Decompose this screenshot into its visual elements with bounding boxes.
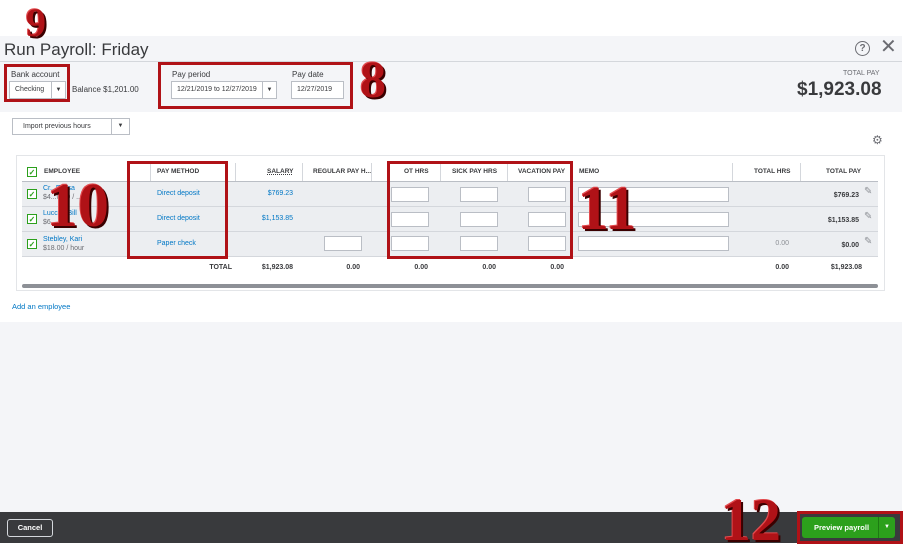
column-divider — [235, 163, 236, 181]
annotation-number-12: 12 — [721, 487, 781, 551]
row-total-pay: $0.00 — [841, 242, 859, 249]
import-previous-hours-label: Import previous hours — [23, 123, 91, 130]
bank-balance: Balance $1,201.00 — [72, 85, 139, 94]
add-employee-link[interactable]: Add an employee — [12, 302, 70, 311]
totals-label: TOTAL — [209, 264, 232, 271]
total-vacation: 0.00 — [550, 264, 564, 271]
empty-area — [0, 322, 902, 512]
col-regular-pay-hrs: REGULAR PAY H... — [313, 168, 372, 175]
total-hrs: 0.00 — [775, 264, 789, 271]
total-pay-label: TOTAL PAY — [843, 70, 880, 77]
payroll-dialog: Run Payroll: Friday ? ✕ Bank account Che… — [0, 0, 912, 551]
annotation-number-11: 11 — [578, 175, 637, 243]
regular-pay-hrs-input[interactable] — [324, 236, 362, 251]
row-checkbox[interactable]: ✓ — [27, 189, 37, 199]
annotation-box-10 — [127, 161, 228, 259]
total-sick: 0.00 — [482, 264, 496, 271]
column-divider — [800, 163, 801, 181]
column-divider — [371, 163, 372, 181]
col-total-pay: TOTAL PAY — [826, 168, 862, 175]
pencil-icon[interactable]: ✎ — [864, 211, 872, 222]
pencil-icon[interactable]: ✎ — [864, 186, 872, 197]
row-checkbox[interactable]: ✓ — [27, 239, 37, 249]
annotation-number-8: 8 — [360, 52, 386, 109]
chevron-down-icon[interactable]: ▼ — [111, 119, 129, 134]
total-pay-amount: $1,923.08 — [797, 79, 882, 100]
annotation-box-9 — [4, 64, 70, 102]
annotation-box-12 — [797, 511, 903, 544]
annotation-box-8 — [158, 62, 353, 109]
col-salary: SALARY — [267, 168, 294, 175]
gear-icon[interactable]: ⚙ — [872, 133, 883, 147]
row-total-pay: $769.23 — [833, 192, 859, 199]
row-total-pay: $1,153.85 — [827, 217, 859, 224]
horizontal-scrollbar[interactable] — [22, 284, 878, 288]
total-pay-sum: $1,923.08 — [830, 264, 862, 271]
column-divider — [302, 163, 303, 181]
total-ot: 0.00 — [414, 264, 428, 271]
total-salary: $1,923.08 — [261, 264, 293, 271]
pencil-icon[interactable]: ✎ — [864, 236, 872, 247]
cancel-button[interactable]: Cancel — [7, 519, 53, 537]
import-previous-hours-button[interactable]: Import previous hours ▼ — [12, 118, 130, 135]
payroll-settings-bar: Bank account Checking ▼ Balance $1,201.0… — [0, 62, 902, 112]
close-icon[interactable]: ✕ — [880, 37, 897, 57]
select-all-checkbox[interactable]: ✓ — [27, 167, 37, 177]
help-icon[interactable]: ? — [855, 41, 870, 56]
employee-rate: $18.00 / hour — [43, 245, 85, 252]
col-total-hrs: TOTAL HRS — [754, 168, 791, 175]
totals-row — [22, 258, 878, 276]
annotation-box-11 — [387, 161, 573, 259]
column-divider — [732, 163, 733, 181]
annotation-number-10: 10 — [47, 172, 109, 240]
salary-amount[interactable]: $769.23 — [250, 190, 293, 197]
dialog-header: Run Payroll: Friday ? ✕ — [0, 36, 902, 62]
salary-amount[interactable]: $1,153.85 — [250, 215, 293, 222]
total-regular: 0.00 — [346, 264, 360, 271]
annotation-number-9: 9 — [26, 0, 46, 45]
row-checkbox[interactable]: ✓ — [27, 214, 37, 224]
row-total-hrs: 0.00 — [775, 240, 789, 247]
